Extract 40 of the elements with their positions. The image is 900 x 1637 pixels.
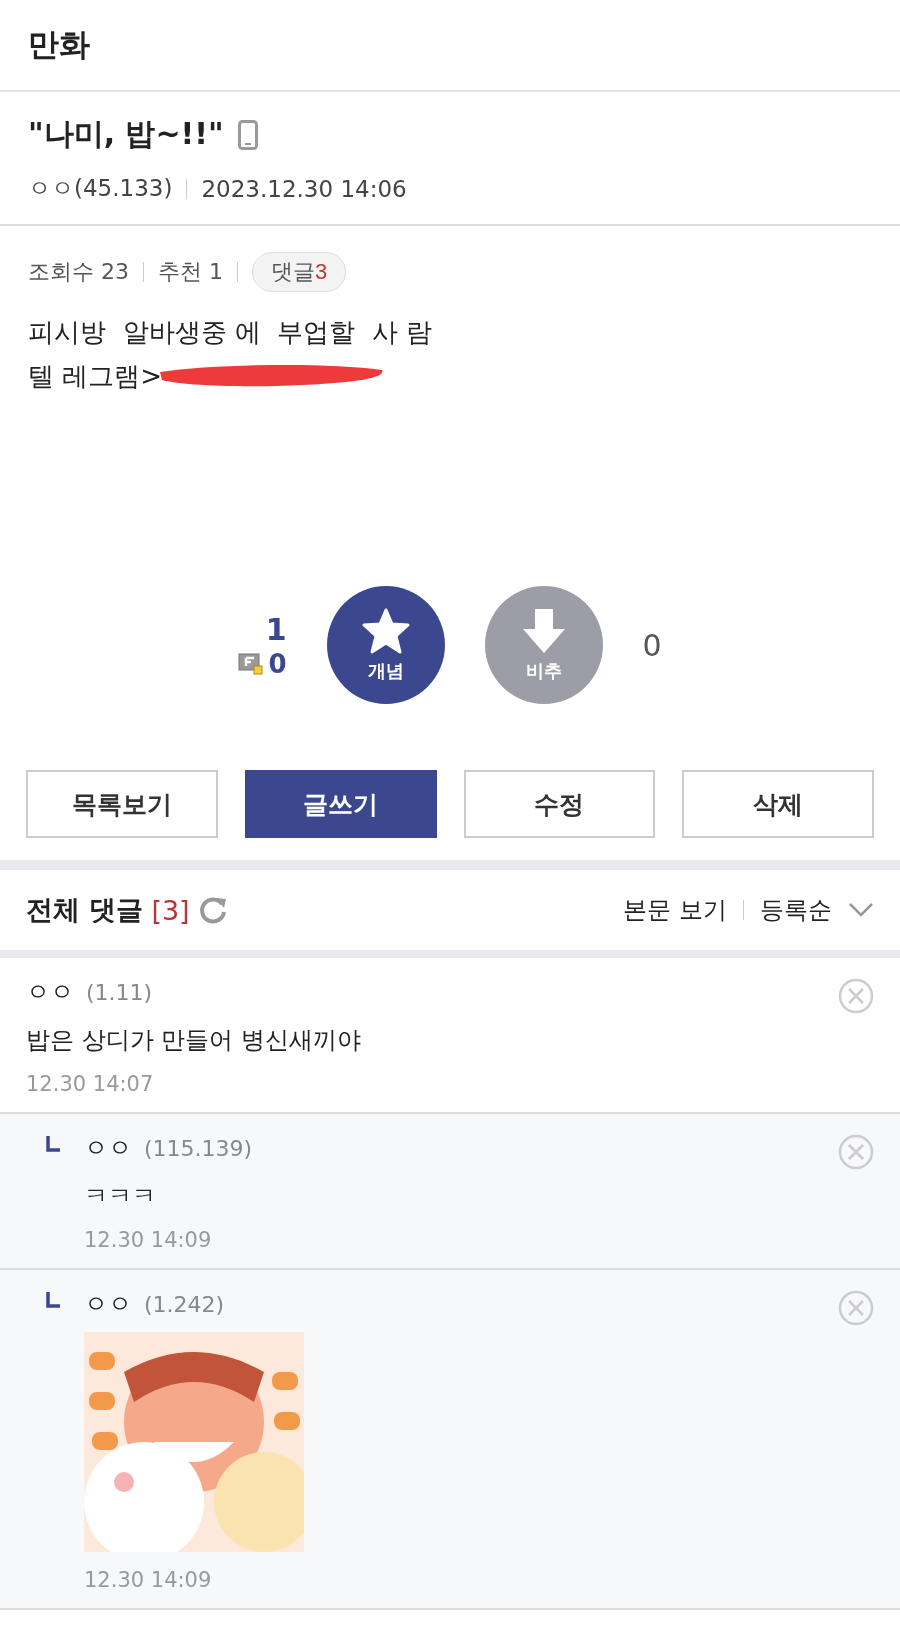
commenter-name: ㅇㅇ <box>84 1289 132 1320</box>
author-name: ㅇㅇ(45.133) <box>28 174 173 203</box>
comment-text: 밥은 상디가 만들어 병신새끼야 <box>26 1025 362 1056</box>
commenter-ip: (1.242) <box>144 1291 225 1317</box>
comment-time: 12.30 14:07 <box>26 1072 155 1096</box>
action-button[interactable]: 목록보기 <box>26 770 218 838</box>
delete-icon[interactable] <box>838 1290 874 1326</box>
comment-text: ㅋㅋㅋ <box>84 1181 157 1212</box>
commenter-name: ㅇㅇ <box>26 977 74 1008</box>
chevron-down-icon[interactable] <box>848 902 874 918</box>
post-date: 2023.12.30 14:06 <box>201 175 407 202</box>
post-title: "나미, 밥~!!" <box>28 115 224 153</box>
commenter-ip: (1.11) <box>86 979 153 1005</box>
arrow-down-icon <box>520 607 567 655</box>
comment-time: 12.30 14:09 <box>84 1228 213 1252</box>
comment-time: 12.30 14:09 <box>84 1568 213 1592</box>
upvote-count: 1 <box>265 611 287 647</box>
delete-icon[interactable] <box>838 1134 874 1170</box>
delete-icon[interactable] <box>838 978 874 1014</box>
comments-title: 전체 댓글 <box>26 893 144 927</box>
post-text-line: 피시방 알바생중 에 부업할 사 람 <box>28 316 434 349</box>
fixed-user-icon <box>238 651 265 676</box>
comment-total: [3] <box>151 894 190 926</box>
page-title: 만화 <box>28 25 90 64</box>
star-icon <box>360 607 411 655</box>
action-button[interactable]: 삭제 <box>682 770 874 838</box>
fixed-upvote-count: 0 <box>268 648 287 679</box>
post-text-line: 텔 레그램> <box>28 360 163 393</box>
view-count: 조회수 23 <box>28 258 129 286</box>
commenter-name: ㅇㅇ <box>84 1133 132 1164</box>
action-button[interactable]: 수정 <box>463 770 656 838</box>
comment-count-button[interactable]: 댓글3 <box>252 252 347 292</box>
recommend-count: 추천 1 <box>158 258 223 286</box>
action-button[interactable]: 글쓰기 <box>244 770 437 838</box>
sort-dropdown[interactable]: 등록순 <box>760 894 832 926</box>
downvote-count: 0 <box>642 627 662 663</box>
upvote-button[interactable]: 개념 <box>326 586 445 704</box>
refresh-icon[interactable] <box>197 895 228 925</box>
view-body-link[interactable]: 본문 보기 <box>623 894 727 926</box>
commenter-ip: (115.139) <box>144 1135 253 1161</box>
